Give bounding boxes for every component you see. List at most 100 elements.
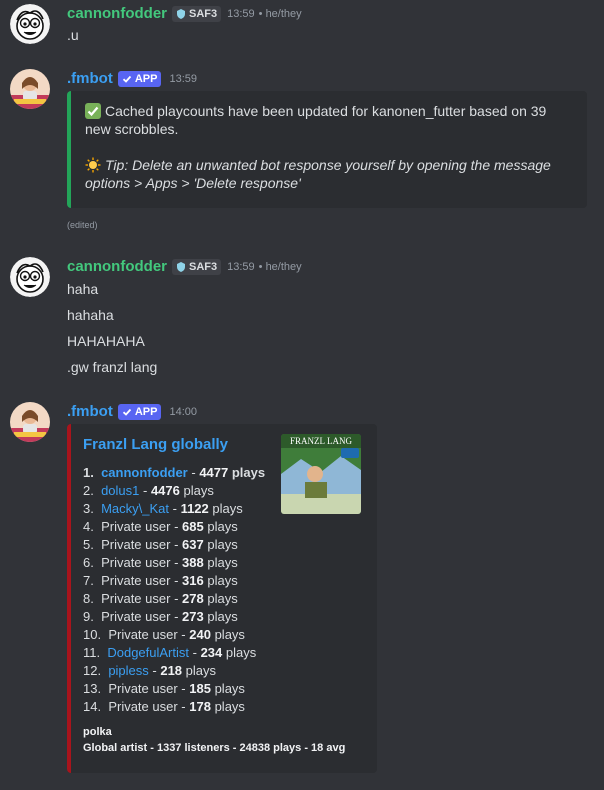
list-item: 10. Private user - 240 plays (83, 627, 245, 642)
album-cover-text: FRANZL LANG (290, 436, 352, 446)
avatar-fmbot[interactable] (10, 69, 50, 109)
user-name: Private user (101, 591, 171, 606)
list-item: 11. DodgefulArtist - 234 plays (83, 645, 257, 660)
user-link[interactable]: dolus1 (101, 483, 139, 498)
list-item: 3. Macky\_Kat - 1122 plays (83, 501, 243, 516)
embed-text: Cached playcounts have been updated for … (85, 103, 547, 137)
avatar-cannonfodder[interactable] (10, 4, 50, 44)
list-item: 5. Private user - 637 plays (83, 537, 238, 552)
edited-indicator: (edited) (67, 220, 98, 230)
play-count: 388 (182, 555, 204, 570)
message-header: .fmbot APP 14:00 (67, 403, 197, 420)
message-header: .fmbot APP 13:59 (67, 70, 197, 87)
timestamp[interactable]: 13:59 (227, 8, 255, 20)
rank-number: 11. (83, 645, 101, 660)
user-name: Private user (101, 573, 171, 588)
list-item: 13. Private user - 185 plays (83, 681, 245, 696)
play-count: 637 (182, 537, 204, 552)
timestamp[interactable]: 13:59 (227, 261, 255, 273)
user-link[interactable]: cannonfodder (101, 465, 188, 480)
user-link[interactable]: Macky\_Kat (101, 501, 169, 516)
message-text: .gw franzl lang (67, 359, 158, 375)
artist-embed: Franzl Lang globally FRANZL LANG 1. cann… (67, 424, 377, 773)
play-count: 4477 (199, 465, 229, 480)
user-name: Private user (101, 519, 171, 534)
user-link[interactable]: pipless (108, 663, 148, 678)
list-item: 6. Private user - 388 plays (83, 555, 238, 570)
play-count: 316 (182, 573, 204, 588)
message-header: cannonfodder SAF3 13:59 • he/they (67, 258, 302, 275)
user-name: Private user (108, 681, 178, 696)
list-item: 1. cannonfodder - 4477 plays (83, 465, 266, 480)
username[interactable]: .fmbot (67, 403, 113, 420)
play-count: 4476 (150, 483, 180, 498)
play-count: 178 (189, 699, 211, 714)
guild-tag-label: SAF3 (189, 260, 218, 273)
play-count: 273 (182, 609, 204, 624)
play-count: 278 (182, 591, 204, 606)
guild-tag[interactable]: SAF3 (172, 5, 222, 22)
pronouns: • he/they (258, 260, 302, 273)
guild-tag-label: SAF3 (189, 7, 218, 20)
app-tag-label: APP (134, 405, 158, 418)
pronouns: • he/they (258, 7, 302, 20)
play-unit: plays (183, 483, 214, 498)
message-text: haha (67, 281, 99, 297)
play-unit: plays (207, 519, 238, 534)
rank-number: 1. (83, 465, 94, 480)
username[interactable]: cannonfodder (67, 258, 167, 275)
play-unit: plays (207, 555, 238, 570)
guild-tag[interactable]: SAF3 (172, 258, 222, 275)
sun-icon (85, 157, 101, 173)
username[interactable]: .fmbot (67, 70, 113, 87)
timestamp[interactable]: 13:59 (169, 73, 197, 85)
play-unit: plays (212, 501, 243, 516)
user-name: Private user (108, 627, 178, 642)
embed-tip-row: Tip: Delete an unwanted bot response you… (85, 156, 579, 192)
user-name: Private user (101, 609, 171, 624)
app-tag-label: APP (134, 72, 158, 85)
username[interactable]: cannonfodder (67, 5, 167, 22)
app-tag: APP (117, 70, 162, 87)
list-item: 4. Private user - 685 plays (83, 519, 238, 534)
rank-number: 9. (83, 609, 94, 624)
user-name: Private user (108, 699, 178, 714)
play-unit: plays (231, 465, 266, 480)
play-count: 240 (189, 627, 211, 642)
verified-check-icon (122, 75, 131, 83)
list-item: 7. Private user - 316 plays (83, 573, 238, 588)
app-tag: APP (117, 403, 162, 420)
embed-footer-genre: polka (83, 726, 112, 738)
play-unit: plays (214, 627, 245, 642)
message-header: cannonfodder SAF3 13:59 • he/they (67, 5, 302, 22)
album-cover-thumbnail[interactable]: FRANZL LANG (281, 434, 361, 514)
play-count: 185 (189, 681, 211, 696)
play-unit: plays (207, 573, 238, 588)
list-item: 12. pipless - 218 plays (83, 663, 217, 678)
message-text: hahaha (67, 307, 114, 323)
play-unit: plays (207, 537, 238, 552)
rank-number: 7. (83, 573, 94, 588)
rank-number: 6. (83, 555, 94, 570)
timestamp[interactable]: 14:00 (169, 406, 197, 418)
play-count: 685 (182, 519, 204, 534)
play-unit: plays (214, 699, 245, 714)
play-count: 234 (200, 645, 223, 660)
rank-number: 12. (83, 663, 102, 678)
play-unit: plays (214, 681, 245, 696)
message-text: HAHAHAHA (67, 333, 145, 349)
user-link[interactable]: DodgefulArtist (107, 645, 189, 660)
list-item: 9. Private user - 273 plays (83, 609, 238, 624)
play-count: 1122 (180, 501, 209, 516)
embed-tip: Tip: Delete an unwanted bot response you… (85, 157, 551, 191)
rank-number: 8. (83, 591, 94, 606)
rank-number: 14. (83, 699, 102, 714)
embed-title-link[interactable]: Franzl Lang globally (83, 436, 228, 453)
shield-icon (177, 261, 185, 272)
list-item: 8. Private user - 278 plays (83, 591, 238, 606)
embed-footer-stats: Global artist - 1337 listeners - 24838 p… (83, 742, 346, 754)
avatar-cannonfodder[interactable] (10, 257, 50, 297)
avatar-fmbot[interactable] (10, 402, 50, 442)
rank-number: 4. (83, 519, 94, 534)
list-item: 14. Private user - 178 plays (83, 699, 245, 714)
